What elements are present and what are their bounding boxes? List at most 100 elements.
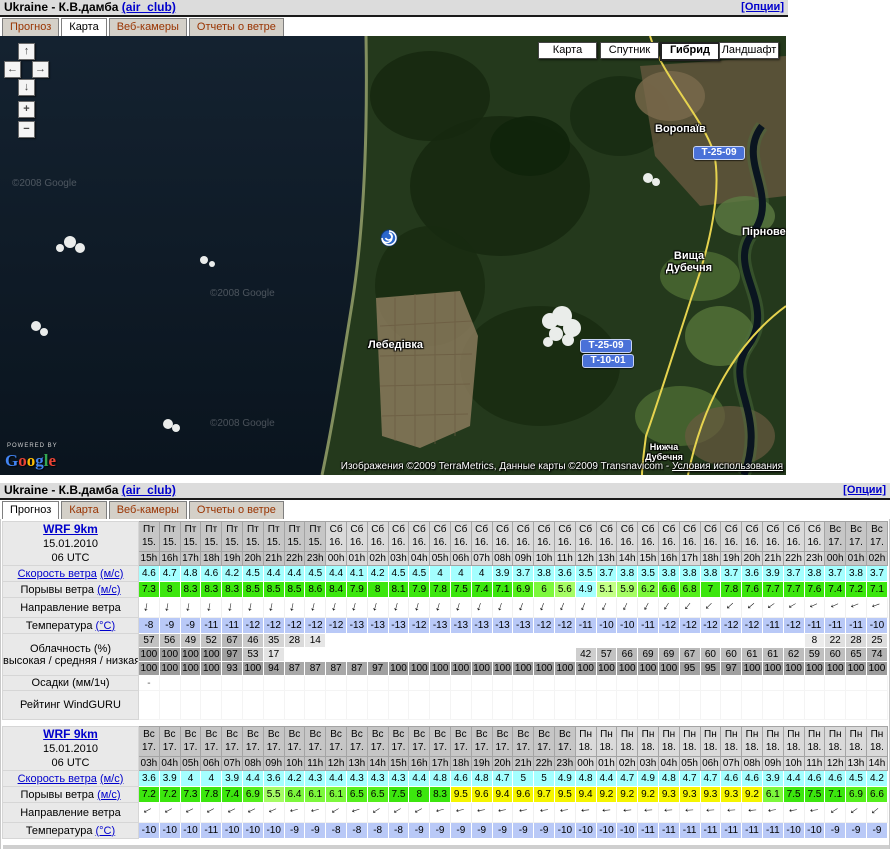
cloud-low-cell: 100: [825, 662, 846, 676]
gust-cell: 8.3: [430, 787, 451, 803]
direction-cell: →: [263, 803, 284, 823]
day-abbr: Вс: [451, 728, 471, 741]
hour-header-cell: 16h: [409, 756, 430, 770]
hour-header-cell: 12h: [326, 756, 347, 770]
temperature-unit-link[interactable]: (°C): [96, 620, 116, 632]
cloud-low-cell: 100: [180, 662, 201, 676]
rating-cell: [346, 691, 367, 720]
precip-cell: [180, 676, 201, 691]
precip-cell: [346, 676, 367, 691]
day-abbr: Вс: [139, 728, 159, 741]
temp-cell: -10: [263, 823, 284, 839]
tab-wind-reports[interactable]: Отчеты о ветре: [189, 501, 284, 519]
gust-cell: 7.5: [388, 787, 409, 803]
rating-cell: [617, 691, 638, 720]
rating-cell: [554, 691, 575, 720]
day-header-cell: Вс17.: [534, 727, 555, 757]
air-club-link[interactable]: (air_club): [122, 0, 176, 14]
tab-webcams[interactable]: Веб-камеры: [109, 501, 187, 519]
precip-cell: [575, 676, 596, 691]
wind-speed-unit-link[interactable]: (м/с): [100, 773, 123, 785]
wind-gust-unit-link[interactable]: (м/с): [97, 789, 120, 801]
hour-header-cell: 01h: [596, 756, 617, 770]
map-type-map[interactable]: Карта: [538, 42, 597, 59]
tab-wind-reports[interactable]: Отчеты о ветре: [189, 18, 284, 36]
hour-header-cell: 09h: [263, 756, 284, 770]
gust-cell: 9.3: [700, 787, 721, 803]
day-date: 17.: [451, 741, 471, 754]
map-type-satellite[interactable]: Спутник: [600, 42, 659, 59]
spot-marker-icon[interactable]: [380, 229, 398, 252]
day-date: 18.: [867, 741, 887, 754]
pan-up-button[interactable]: ↑: [18, 43, 35, 60]
hour-header-cell: 13h: [346, 756, 367, 770]
speed-cell: 3.9: [222, 771, 243, 787]
google-logo[interactable]: Google: [5, 451, 56, 471]
day-abbr: Сб: [513, 523, 533, 536]
day-date: 17.: [368, 741, 388, 754]
model-link[interactable]: WRF 9km: [43, 522, 98, 536]
wind-direction-arrow-icon: →: [555, 599, 574, 617]
tab-map[interactable]: Карта: [61, 18, 106, 36]
options-link[interactable]: [Опции]: [741, 0, 784, 15]
satellite-map[interactable]: ©2008 Google ©2008 Google ©2008 Google ↑…: [0, 36, 786, 475]
tab-forecast[interactable]: Прогноз: [2, 501, 59, 519]
direction-cell: →: [367, 598, 388, 618]
air-club-link[interactable]: (air_club): [122, 483, 176, 497]
wind-gust-unit-link[interactable]: (м/с): [97, 584, 120, 596]
zoom-in-button[interactable]: +: [18, 101, 35, 118]
map-type-terrain[interactable]: Ландшафт: [719, 42, 779, 59]
speed-cell: 4.7: [159, 566, 180, 582]
options-link[interactable]: [Опции]: [843, 483, 886, 498]
wind-direction-arrow-icon: →: [765, 804, 780, 821]
gust-cell: 9.6: [471, 787, 492, 803]
day-abbr: Вс: [430, 728, 450, 741]
map-type-hybrid[interactable]: Гибрид: [660, 42, 720, 61]
hour-header-cell: 07h: [222, 756, 243, 770]
tab-webcams[interactable]: Веб-камеры: [109, 18, 187, 36]
speed-cell: 3.8: [846, 566, 867, 582]
day-header-cell: Вс17.: [284, 727, 305, 757]
speed-cell: 4.6: [804, 771, 825, 787]
temp-cell: -12: [409, 618, 430, 634]
speed-cell: 4.3: [388, 771, 409, 787]
window1-title: Ukraine - К.В.дамба: [4, 0, 118, 14]
hour-header-cell: 21h: [513, 756, 534, 770]
google-logo-letter: g: [35, 451, 44, 470]
day-date: 17.: [825, 536, 845, 549]
rating-cell: [575, 691, 596, 720]
hour-header-cell: 01h: [346, 551, 367, 565]
day-date: 17.: [555, 741, 575, 754]
pan-right-button[interactable]: →: [32, 61, 49, 78]
day-abbr: Пн: [763, 728, 783, 741]
day-date: 18.: [597, 741, 617, 754]
hour-header-cell: 15h: [139, 551, 160, 565]
temp-cell: -8: [139, 618, 160, 634]
tab-map[interactable]: Карта: [61, 501, 106, 519]
direction-cell: →: [222, 803, 243, 823]
rating-cell: [367, 691, 388, 720]
wind-speed-unit-link[interactable]: (м/с): [100, 568, 123, 580]
wind-speed-link[interactable]: Скорость ветра: [18, 568, 97, 580]
zoom-out-button[interactable]: −: [18, 121, 35, 138]
terms-of-use-link[interactable]: Условия использования: [672, 461, 783, 472]
day-date: 17.: [472, 741, 492, 754]
pan-left-button[interactable]: ←: [4, 61, 21, 78]
wind-direction-arrow-icon: →: [410, 803, 429, 822]
tab-forecast[interactable]: Прогноз: [2, 18, 59, 36]
day-date: 16.: [493, 536, 513, 549]
wind-speed-link[interactable]: Скорость ветра: [18, 773, 97, 785]
direction-cell: →: [388, 598, 409, 618]
temp-cell: -9: [159, 618, 180, 634]
wind-direction-arrow-icon: →: [557, 804, 572, 821]
day-header-cell: Пн18.: [721, 727, 742, 757]
temperature-unit-link[interactable]: (°C): [96, 825, 116, 837]
day-date: 16.: [805, 536, 825, 549]
wind-direction-text: Направление ветра: [20, 807, 121, 819]
model-link[interactable]: WRF 9km: [43, 727, 98, 741]
temp-cell: -11: [721, 823, 742, 839]
speed-cell: 3.6: [742, 566, 763, 582]
direction-cell: →: [305, 598, 326, 618]
pan-down-button[interactable]: ↓: [18, 79, 35, 96]
place-label-pirnove: Пірнове: [742, 226, 786, 238]
